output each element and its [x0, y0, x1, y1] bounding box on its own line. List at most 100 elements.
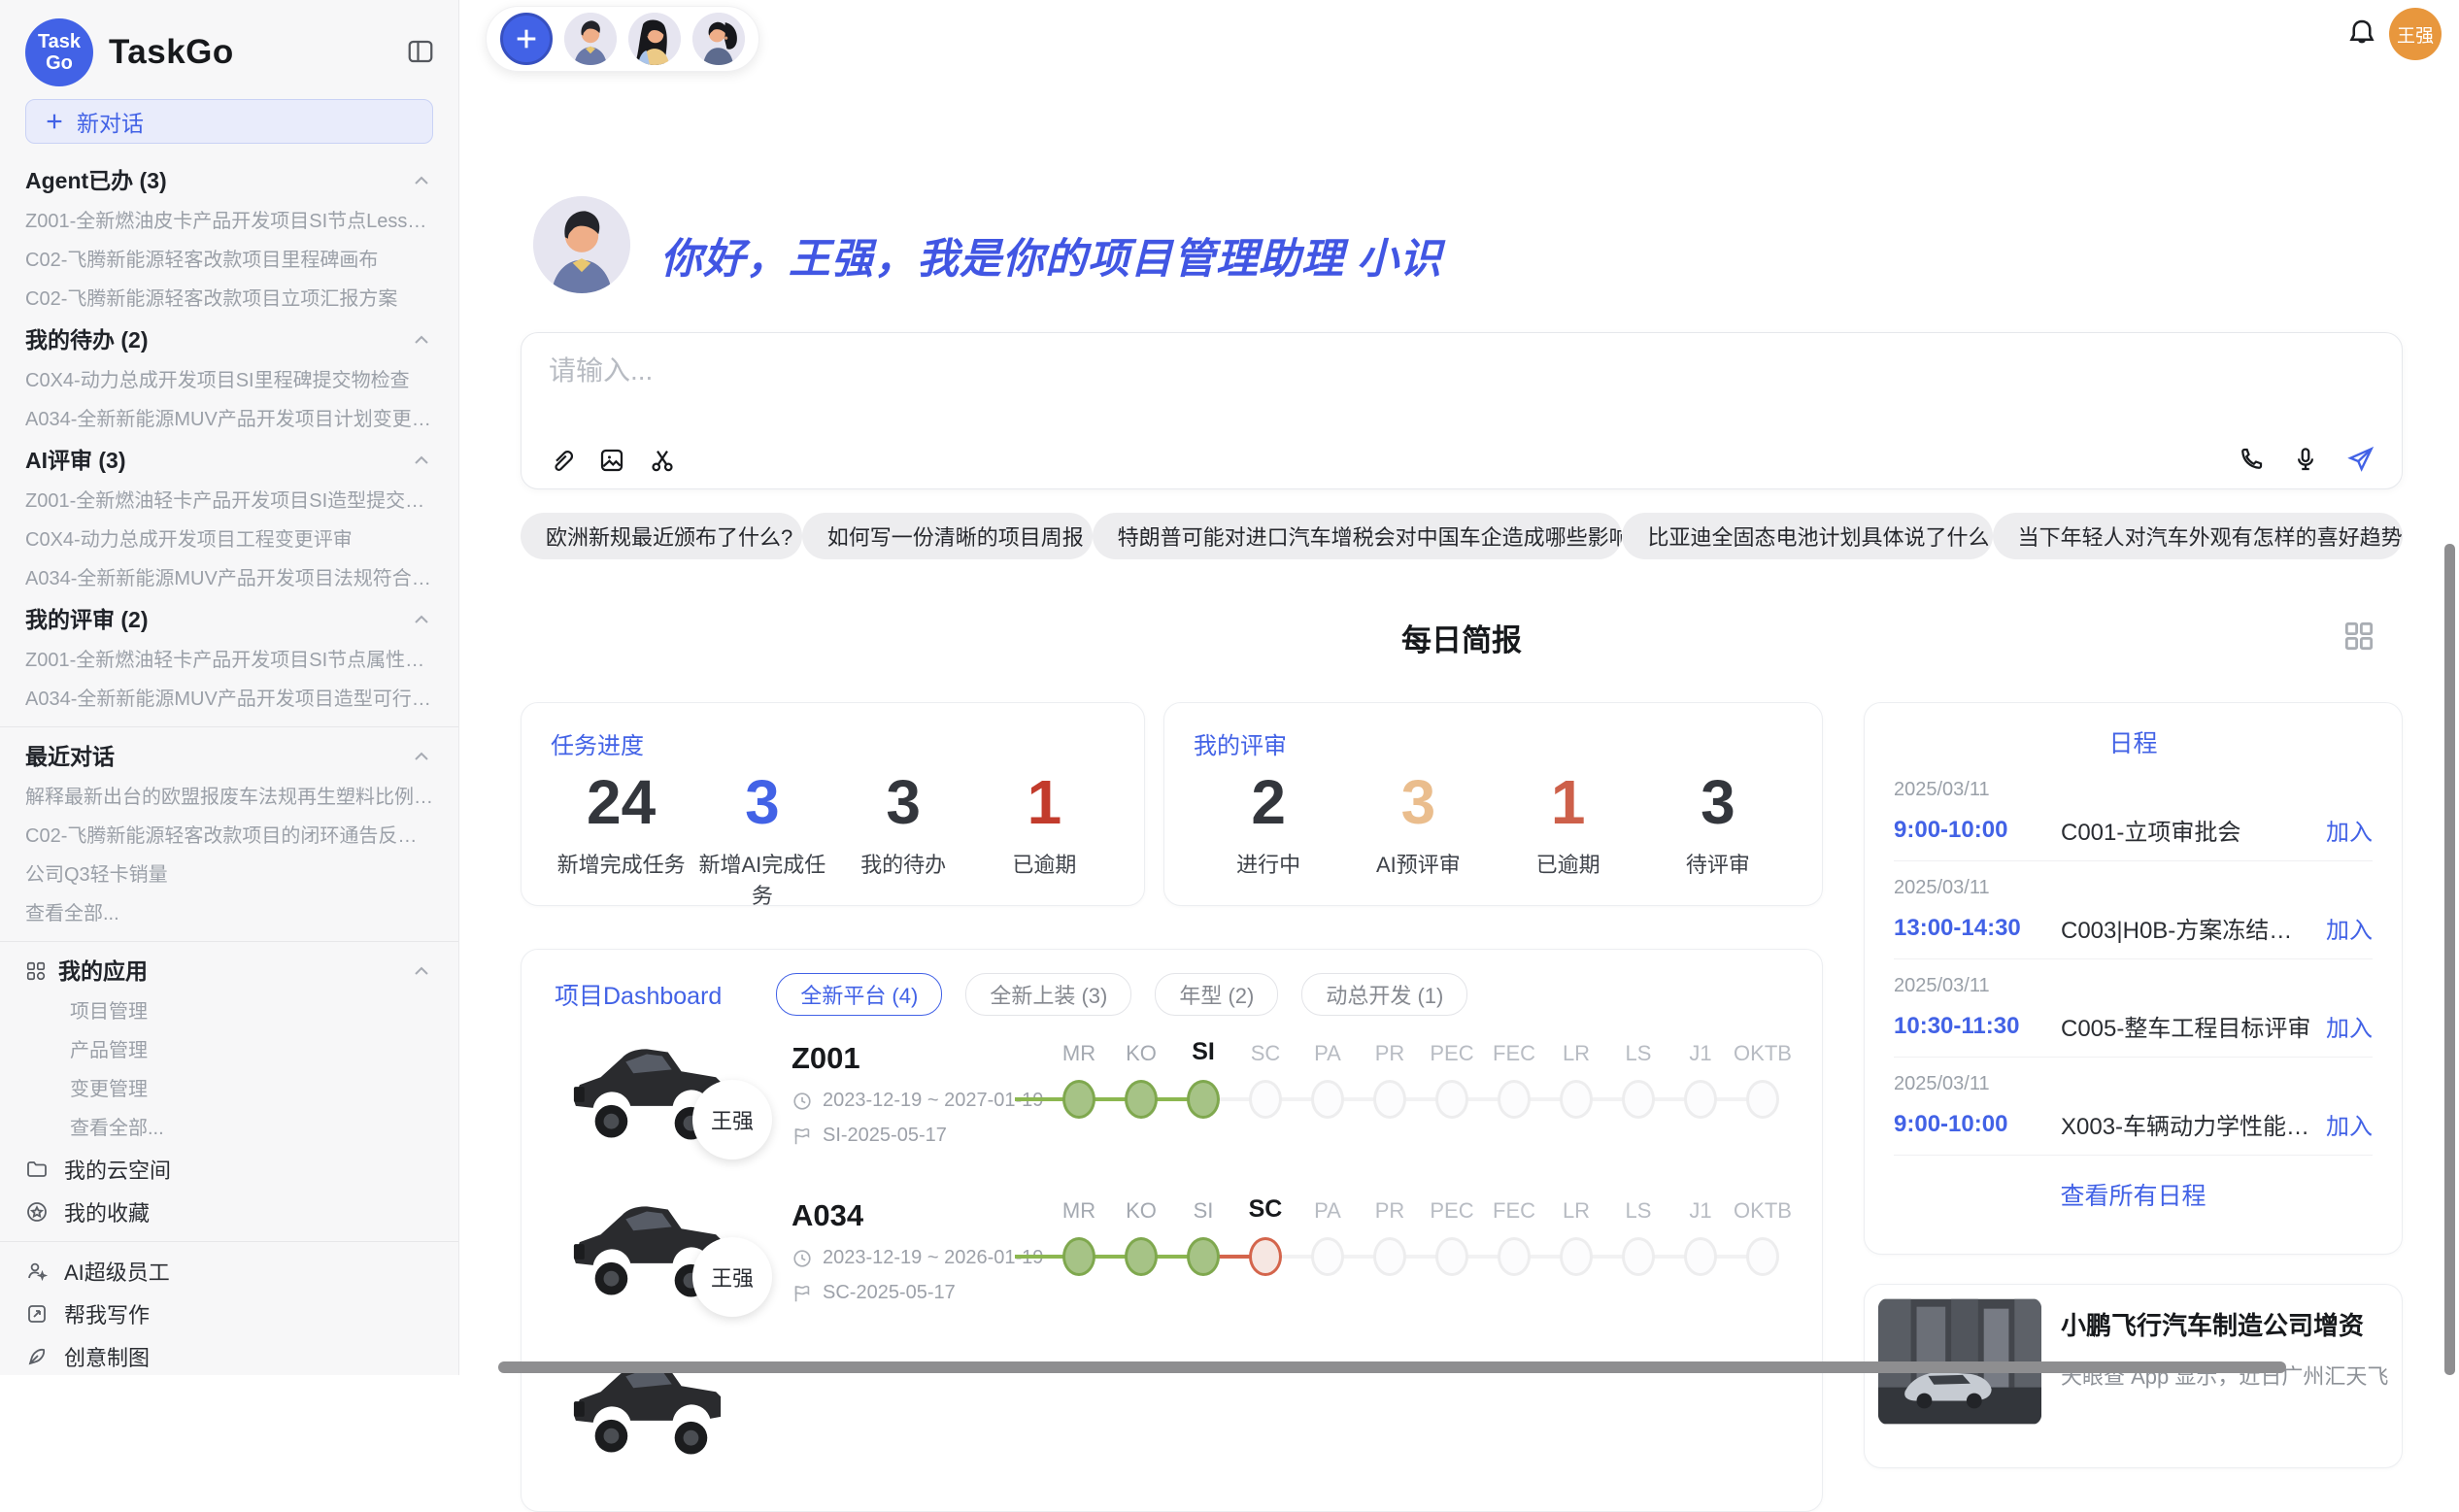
clock-icon: [792, 1091, 813, 1112]
sidebar-doc-item[interactable]: Z001-全新燃油轻卡产品开发项目SI造型提交物评审: [0, 482, 458, 521]
favorites-label: 我的收藏: [64, 1196, 150, 1227]
ai-super-staff-label: AI超级员工: [64, 1256, 170, 1287]
suggestion-chip[interactable]: 比亚迪全固态电池计划具体说了什么: [1622, 513, 1992, 559]
sidebar-item-creative-drawing[interactable]: 创意制图: [0, 1335, 458, 1378]
sidebar-item-help-me-write[interactable]: 帮我写作: [0, 1293, 458, 1335]
add-assistant-button[interactable]: [500, 13, 553, 65]
view-all-schedule-link[interactable]: 查看所有日程: [1894, 1156, 2373, 1233]
notification-bell-icon[interactable]: [2344, 16, 2379, 50]
dashboard-title: 项目Dashboard: [555, 977, 722, 1012]
app-item-product-mgmt[interactable]: 产品管理: [0, 1031, 458, 1070]
assistant-avatar-1[interactable]: [564, 13, 617, 65]
suggestion-chip[interactable]: 特朗普可能对进口汽车增税会对中国车企造成哪些影响: [1093, 513, 1623, 559]
sidebar-item-ai-super-staff[interactable]: AI超级员工: [0, 1250, 458, 1293]
news-card[interactable]: 小鹏飞行汽车制造公司增资 天眼查 App 显示，近日广州汇天飞行汽...: [1864, 1284, 2403, 1468]
section-header-my-review[interactable]: 我的评审 (2): [0, 598, 458, 641]
milestone-dot: [1435, 1080, 1468, 1119]
section-header-my-apps[interactable]: 我的应用: [0, 950, 458, 992]
project-owner-badge: 王强: [692, 1080, 772, 1159]
schedule-card: 日程 2025/03/11 9:00-10:00 C001-立项审批会 加入 2…: [1864, 702, 2403, 1255]
sidebar-doc-item[interactable]: A034-全新新能源MUV产品开发项目造型可行性评审: [0, 680, 458, 719]
suggestion-chip[interactable]: 如何写一份清晰的项目周报: [802, 513, 1093, 559]
dashboard-tabs: 全新平台 (4) 全新上装 (3) 年型 (2) 动总开发 (1): [776, 973, 1467, 1016]
sidebar-doc-item[interactable]: Z001-全新燃油轻卡产品开发项目SI节点属性5D文件评审: [0, 641, 458, 680]
milestone-track: MRKOSISCPAPRPECFECLRLSJ1OKTB: [1054, 1041, 1811, 1148]
milestone-dot: [1311, 1080, 1344, 1119]
section-header-ai-review[interactable]: AI评审 (3): [0, 439, 458, 482]
section-header-recent[interactable]: 最近对话: [0, 735, 458, 778]
star-circle-icon: [25, 1200, 49, 1224]
folder-icon: [25, 1158, 49, 1181]
send-icon[interactable]: [2345, 444, 2376, 475]
tab-new-body[interactable]: 全新上装 (3): [965, 973, 1131, 1016]
sidebar-collapse-icon[interactable]: [406, 37, 435, 66]
tab-powertrain-dev[interactable]: 动总开发 (1): [1301, 973, 1467, 1016]
event-title: C005-整车工程目标评审: [2061, 1009, 2312, 1043]
milestone-label: OKTB: [1719, 1041, 1806, 1066]
sidebar-doc-item[interactable]: C0X4-动力总成开发项目工程变更评审: [0, 521, 458, 559]
horizontal-scrollbar[interactable]: [498, 1361, 2286, 1373]
user-avatar[interactable]: 王强: [2389, 8, 2442, 60]
assistant-switcher: [486, 6, 759, 72]
join-meeting-link[interactable]: 加入: [2326, 1107, 2373, 1141]
project-row[interactable]: 王强 A034 2023-12-19 ~ 2026-01-19 SC-2025-…: [522, 1185, 1822, 1330]
event-time: 10:30-11:30: [1894, 1013, 2061, 1040]
apps-view-all[interactable]: 查看全部...: [0, 1109, 458, 1148]
tab-all-new-platform[interactable]: 全新平台 (4): [776, 973, 942, 1016]
sidebar: Task Go TaskGo 新对话 Agent已办 (3) Z001-全新燃油…: [0, 0, 459, 1375]
milestone-dot: [1746, 1237, 1779, 1276]
divider: [0, 726, 458, 727]
recent-view-all[interactable]: 查看全部...: [0, 894, 458, 933]
event-title: C003|H0B-方案冻结评审: [2061, 911, 2312, 945]
event-date: 2025/03/11: [1894, 1073, 2373, 1095]
recent-chat-item[interactable]: 公司Q3轻卡销量: [0, 856, 458, 894]
suggestion-chip[interactable]: 欧洲新规最近颁布了什么?: [521, 513, 802, 559]
assistant-avatar-2[interactable]: [628, 13, 681, 65]
app-item-project-mgmt[interactable]: 项目管理: [0, 992, 458, 1031]
app-item-change-mgmt[interactable]: 变更管理: [0, 1070, 458, 1109]
vertical-scrollbar[interactable]: [2444, 544, 2455, 1375]
attachment-icon[interactable]: [547, 446, 576, 475]
milestone-dot: [1125, 1237, 1158, 1276]
project-row[interactable]: 王强 Z001 2023-12-19 ~ 2027-01-19 SI-2025-…: [522, 1027, 1822, 1173]
section-header-agent-done[interactable]: Agent已办 (3): [0, 159, 458, 202]
sidebar-item-favorites[interactable]: 我的收藏: [0, 1191, 458, 1233]
event-time: 9:00-10:00: [1894, 817, 2061, 844]
event-title: C001-立项审批会: [2061, 813, 2312, 847]
sidebar-doc-item[interactable]: Z001-全新燃油皮卡产品开发项目SI节点Lesson Learn报告: [0, 202, 458, 241]
section-header-my-todo[interactable]: 我的待办 (2): [0, 319, 458, 361]
ai-staff-icon: [25, 1260, 49, 1283]
milestone-dot: [1062, 1237, 1095, 1276]
sidebar-doc-item[interactable]: C0X4-动力总成开发项目SI里程碑提交物检查: [0, 361, 458, 400]
sidebar-item-cloud-space[interactable]: 我的云空间: [0, 1148, 458, 1191]
image-upload-icon[interactable]: [597, 446, 626, 475]
sidebar-doc-item[interactable]: A034-全新新能源MUV产品开发项目计划变更表编写: [0, 400, 458, 439]
microphone-icon[interactable]: [2291, 445, 2320, 474]
join-meeting-link[interactable]: 加入: [2326, 1009, 2373, 1043]
clock-icon: [792, 1248, 813, 1269]
milestone-dot: [1684, 1080, 1717, 1119]
new-chat-button[interactable]: 新对话: [25, 99, 433, 144]
scissors-icon[interactable]: [648, 446, 677, 475]
milestone-dot: [1249, 1237, 1282, 1276]
tab-year-model[interactable]: 年型 (2): [1155, 973, 1278, 1016]
suggestion-chips: 欧洲新规最近颁布了什么? 如何写一份清晰的项目周报 特朗普可能对进口汽车增税会对…: [521, 513, 2403, 559]
chat-input[interactable]: [547, 354, 1813, 387]
milestone-track: MRKOSISCPAPRPECFECLRLSJ1OKTB: [1054, 1198, 1811, 1305]
daily-brief-title: 每日简报: [521, 616, 2403, 659]
recent-chat-item[interactable]: 解释最新出台的欧盟报废车法规再生塑料比例被调至15%...: [0, 778, 458, 817]
suggestion-chip[interactable]: 当下年轻人对汽车外观有怎样的喜好趋势: [1993, 513, 2403, 559]
sidebar-doc-item[interactable]: A034-全新新能源MUV产品开发项目法规符合性评审: [0, 559, 458, 598]
schedule-title: 日程: [1894, 724, 2373, 759]
join-meeting-link[interactable]: 加入: [2326, 911, 2373, 945]
phone-call-icon[interactable]: [2237, 445, 2266, 474]
recent-chat-item[interactable]: C02-飞腾新能源轻客改款项目的闭环通告反馈情况: [0, 817, 458, 856]
join-meeting-link[interactable]: 加入: [2326, 813, 2373, 847]
greeting-text: 你好，王强，我是你的项目管理助理 小识: [660, 225, 1442, 286]
plus-icon: [513, 25, 540, 52]
assistant-avatar-3[interactable]: [692, 13, 745, 65]
layout-grid-icon[interactable]: [2341, 618, 2377, 655]
sidebar-doc-item[interactable]: C02-飞腾新能源轻客改款项目立项汇报方案: [0, 280, 458, 319]
milestone-dot: [1746, 1080, 1779, 1119]
sidebar-doc-item[interactable]: C02-飞腾新能源轻客改款项目里程碑画布: [0, 241, 458, 280]
